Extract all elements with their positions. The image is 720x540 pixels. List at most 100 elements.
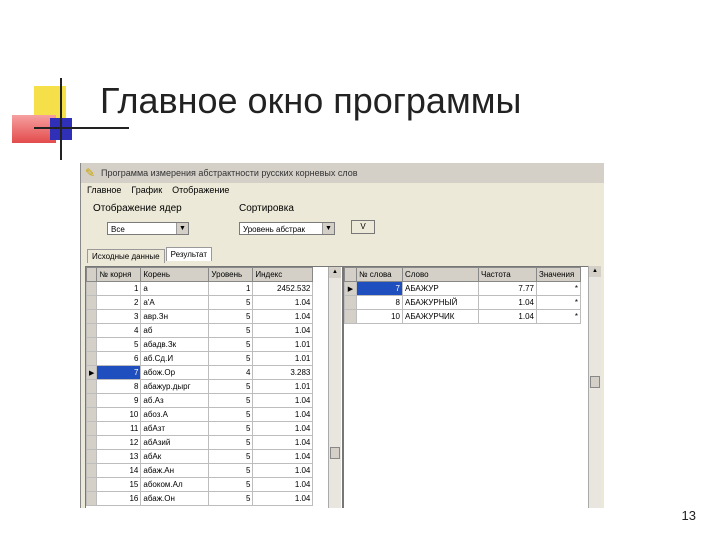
cell-frequency[interactable]: 7.77 [478, 281, 537, 296]
table-row[interactable]: 4 аб 5 1.04 [86, 323, 314, 338]
cell-root[interactable]: а'А [140, 295, 210, 310]
cell-root-number[interactable]: 5 [96, 337, 142, 352]
cell-level[interactable]: 5 [208, 309, 254, 324]
chevron-down-icon[interactable]: ▼ [322, 223, 334, 234]
cell-root-number[interactable]: 3 [96, 309, 142, 324]
cell-index[interactable]: 1.01 [252, 379, 314, 394]
cell-word-number[interactable]: 7 [356, 281, 403, 296]
row-indicator[interactable] [86, 323, 98, 338]
cell-root-number[interactable]: 2 [96, 295, 142, 310]
sort-select[interactable]: Уровень абстрак ▼ [239, 222, 335, 235]
cell-word[interactable]: АБАЖУРЧИК [402, 309, 479, 324]
header-word[interactable]: Слово [402, 267, 479, 282]
cell-index[interactable]: 1.04 [252, 491, 314, 506]
cell-root[interactable]: абажур.дырг [140, 379, 210, 394]
row-indicator[interactable] [86, 449, 98, 464]
cell-word[interactable]: АБАЖУР [402, 281, 479, 296]
tab-results[interactable]: Результат [165, 247, 212, 261]
scroll-up-icon[interactable]: ▲ [329, 267, 341, 278]
cell-root[interactable]: абадв.Зк [140, 337, 210, 352]
cell-root[interactable]: а [140, 281, 210, 296]
cell-root-number[interactable]: 4 [96, 323, 142, 338]
cell-level[interactable]: 5 [208, 477, 254, 492]
header-root-number[interactable]: № корня [96, 267, 142, 282]
cell-level[interactable]: 5 [208, 379, 254, 394]
cell-root-number[interactable]: 14 [96, 463, 142, 478]
cell-meanings[interactable]: * [536, 281, 581, 296]
table-row[interactable]: ▶ 7 абож.Ор 4 3.283 [86, 365, 314, 380]
scroll-up-icon[interactable]: ▲ [589, 266, 601, 277]
header-root[interactable]: Корень [140, 267, 210, 282]
cell-root[interactable]: аб [140, 323, 210, 338]
cell-index[interactable]: 1.04 [252, 477, 314, 492]
cell-index[interactable]: 1.04 [252, 449, 314, 464]
cell-index[interactable]: 1.04 [252, 421, 314, 436]
roots-scrollbar[interactable]: ▲ [328, 267, 341, 508]
cell-index[interactable]: 1.04 [252, 393, 314, 408]
cell-meanings[interactable]: * [536, 295, 581, 310]
cell-index[interactable]: 3.283 [252, 365, 314, 380]
row-indicator[interactable] [86, 435, 98, 450]
table-row[interactable]: 10 абоз.А 5 1.04 [86, 407, 314, 422]
tab-source-data[interactable]: Исходные данные [87, 249, 165, 263]
table-row[interactable]: 11 абАзт 5 1.04 [86, 421, 314, 436]
scroll-thumb[interactable] [590, 376, 600, 388]
table-row[interactable]: 6 аб.Сд.И 5 1.01 [86, 351, 314, 366]
cell-root[interactable]: абаж.Ан [140, 463, 210, 478]
row-indicator[interactable] [86, 393, 98, 408]
table-row[interactable]: 5 абадв.Зк 5 1.01 [86, 337, 314, 352]
row-indicator[interactable] [86, 351, 98, 366]
table-row[interactable]: 9 аб.Аз 5 1.04 [86, 393, 314, 408]
menu-main[interactable]: Главное [87, 185, 121, 198]
chevron-down-icon[interactable]: ▼ [176, 223, 188, 234]
table-row[interactable]: 8 АБАЖУРНЫЙ 1.04 * [344, 295, 581, 310]
cell-root[interactable]: абАк [140, 449, 210, 464]
header-level[interactable]: Уровень [208, 267, 254, 282]
cell-root[interactable]: авр.Зн [140, 309, 210, 324]
header-word-number[interactable]: № слова [356, 267, 403, 282]
title-bar[interactable]: ✎ Программа измерения абстрактности русс… [81, 163, 604, 183]
cell-level[interactable]: 5 [208, 323, 254, 338]
scroll-thumb[interactable] [330, 447, 340, 459]
table-row[interactable]: 1 а 1 2452.532 [86, 281, 314, 296]
row-indicator[interactable] [344, 309, 357, 324]
cell-root-number[interactable]: 16 [96, 491, 142, 506]
header-index[interactable]: Индекс [252, 267, 314, 282]
table-row[interactable]: ▶ 7 АБАЖУР 7.77 * [344, 281, 581, 296]
menu-display[interactable]: Отображение [172, 185, 229, 198]
cell-level[interactable]: 5 [208, 463, 254, 478]
cell-root-number[interactable]: 9 [96, 393, 142, 408]
row-indicator[interactable] [86, 337, 98, 352]
cell-root-number[interactable]: 7 [96, 365, 142, 380]
cell-meanings[interactable]: * [536, 309, 581, 324]
table-row[interactable]: 16 абаж.Он 5 1.04 [86, 491, 314, 506]
row-indicator[interactable] [86, 281, 98, 296]
cell-root-number[interactable]: 6 [96, 351, 142, 366]
cell-frequency[interactable]: 1.04 [478, 295, 537, 310]
row-indicator[interactable] [86, 491, 98, 506]
cell-index[interactable]: 1.04 [252, 323, 314, 338]
cell-word-number[interactable]: 10 [356, 309, 403, 324]
row-indicator[interactable] [86, 309, 98, 324]
cell-root[interactable]: аб.Сд.И [140, 351, 210, 366]
table-row[interactable]: 8 абажур.дырг 5 1.01 [86, 379, 314, 394]
table-row[interactable]: 2 а'А 5 1.04 [86, 295, 314, 310]
cell-root-number[interactable]: 1 [96, 281, 142, 296]
row-indicator[interactable] [86, 379, 98, 394]
cell-level[interactable]: 5 [208, 407, 254, 422]
words-scrollbar[interactable]: ▲ [588, 266, 601, 508]
cell-level[interactable]: 5 [208, 421, 254, 436]
table-row[interactable]: 15 абоком.Ал 5 1.04 [86, 477, 314, 492]
cell-frequency[interactable]: 1.04 [478, 309, 537, 324]
header-frequency[interactable]: Частота [478, 267, 537, 282]
cell-root-number[interactable]: 12 [96, 435, 142, 450]
row-indicator[interactable] [86, 421, 98, 436]
row-indicator[interactable] [86, 407, 98, 422]
cell-level[interactable]: 4 [208, 365, 254, 380]
menu-chart[interactable]: График [131, 185, 162, 198]
cell-level[interactable]: 5 [208, 491, 254, 506]
cell-level[interactable]: 5 [208, 449, 254, 464]
cell-root[interactable]: абАзий [140, 435, 210, 450]
cell-word[interactable]: АБАЖУРНЫЙ [402, 295, 479, 310]
cell-index[interactable]: 1.01 [252, 351, 314, 366]
